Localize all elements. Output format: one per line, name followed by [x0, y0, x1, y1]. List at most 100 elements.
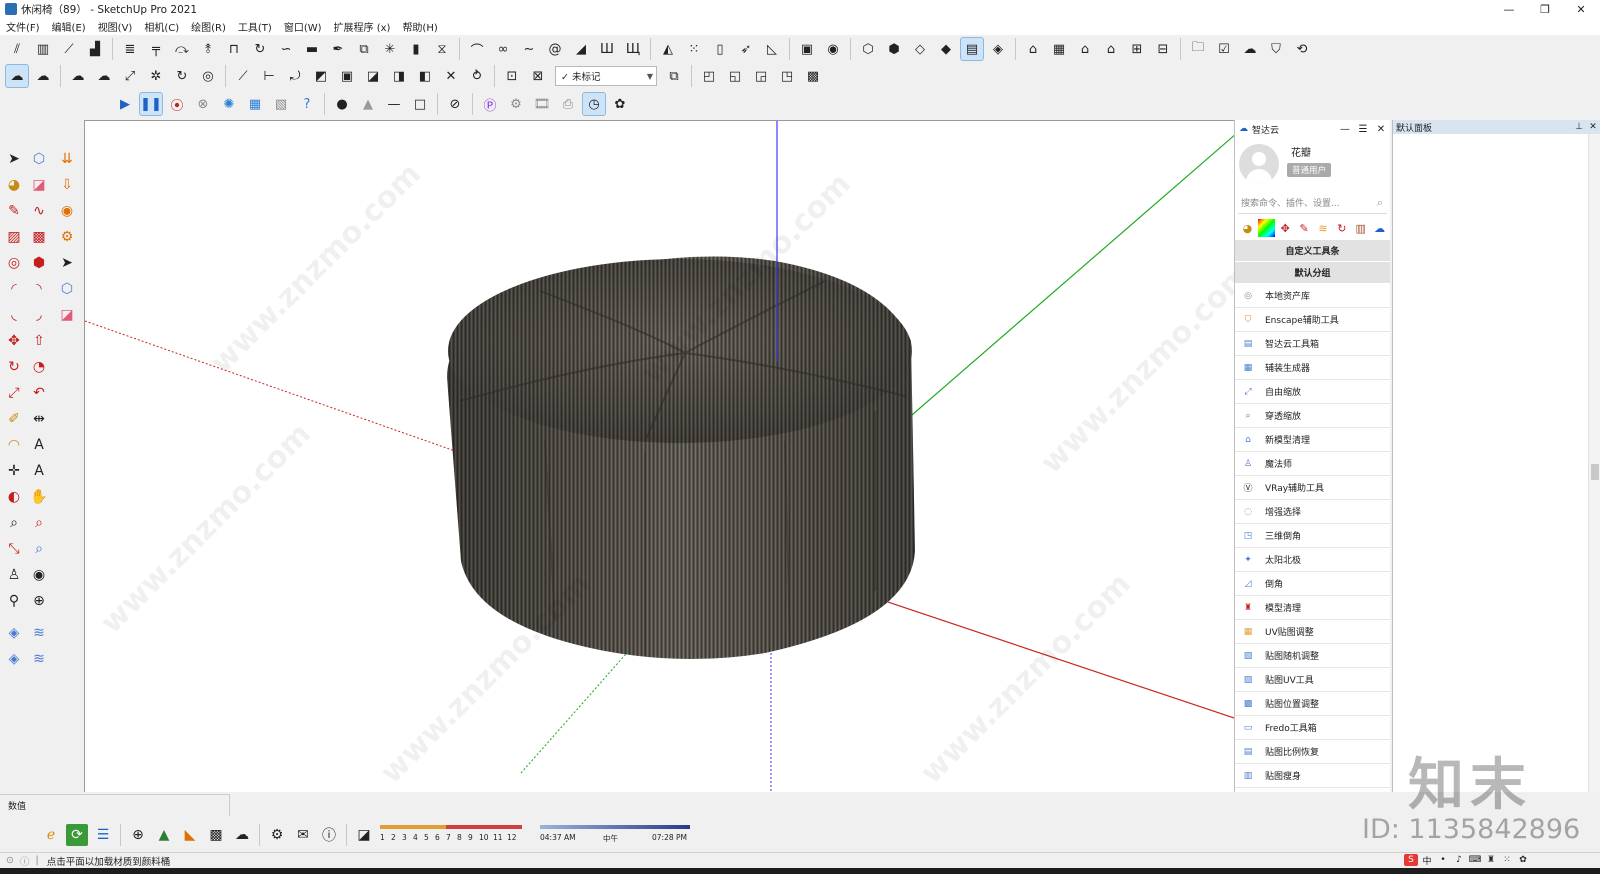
scale-icon[interactable]: ⤢: [119, 65, 141, 87]
menu-help[interactable]: 帮助(H): [396, 19, 443, 34]
shadow-settings[interactable]: 1 2 3 4 5 6 7 8 9 10 11 12 04:37 AM 中午 0…: [380, 823, 690, 851]
pencil-icon[interactable]: ✎: [3, 200, 25, 222]
orbit-icon[interactable]: ◐: [3, 486, 25, 508]
cloud-upload-icon[interactable]: ☁: [1239, 38, 1261, 60]
pen-tool-icon[interactable]: ✒: [327, 38, 349, 60]
twist-icon[interactable]: ⥁: [466, 65, 488, 87]
plugin-item[interactable]: ▥ 贴图瘦身: [1235, 764, 1390, 788]
rotated-rect-icon[interactable]: ▩: [28, 226, 50, 248]
follow-me-icon[interactable]: ◔: [28, 356, 50, 378]
pin-icon[interactable]: ⊥: [1572, 122, 1586, 132]
box-tool-icon[interactable]: ▮: [405, 38, 427, 60]
chrome-icon[interactable]: ◎: [197, 65, 219, 87]
ungroup-icon[interactable]: ⊠: [527, 65, 549, 87]
eraser-small-icon[interactable]: ◪: [56, 304, 78, 326]
add-circle-icon[interactable]: ⊕: [127, 824, 149, 846]
eraser-icon[interactable]: ◪: [353, 824, 375, 846]
plugin-item[interactable]: ▤ 贴图比例恢复: [1235, 740, 1390, 764]
plugin-item[interactable]: ♜ 模型清理: [1235, 596, 1390, 620]
loop-tool-icon[interactable]: ↻: [249, 38, 271, 60]
shield-icon[interactable]: ⛉: [1265, 38, 1287, 60]
tray-close-button[interactable]: ✕: [1586, 122, 1600, 132]
pause-icon[interactable]: ❚❚: [139, 92, 163, 116]
scrollbar-thumb[interactable]: [1591, 464, 1599, 480]
group-custom-toolbar[interactable]: 自定义工具条: [1235, 240, 1390, 262]
checker-icon[interactable]: ▩: [205, 824, 227, 846]
scale-icon[interactable]: ⤢: [3, 382, 25, 404]
help-circle-icon[interactable]: ?: [296, 93, 318, 115]
cloud-sync-icon[interactable]: ☁: [1371, 219, 1388, 237]
rectangle-icon[interactable]: ▨: [3, 226, 25, 248]
mirror-tool-icon[interactable]: ◭: [657, 38, 679, 60]
mail-icon[interactable]: ✉: [292, 824, 314, 846]
tree-icon[interactable]: ▲: [153, 824, 175, 846]
menu-camera[interactable]: 相机(C): [138, 19, 185, 34]
panel-minimize-button[interactable]: —: [1336, 124, 1354, 135]
sync-icon[interactable]: ⟲: [1291, 38, 1313, 60]
paint-bucket-icon[interactable]: ◕: [1239, 219, 1256, 237]
cone-light-icon[interactable]: ▲: [357, 93, 379, 115]
component-small-icon[interactable]: ⬡: [56, 278, 78, 300]
menu-edit[interactable]: 编辑(E): [46, 19, 92, 34]
frame-box-icon[interactable]: ▣: [796, 38, 818, 60]
orange-stack-icon[interactable]: ⇩: [56, 174, 78, 196]
select-small-icon[interactable]: ➤: [56, 252, 78, 274]
comb-tool-icon[interactable]: Ш: [596, 38, 618, 60]
push-pull-icon[interactable]: ⇧: [28, 330, 50, 352]
sogou-icon[interactable]: S: [1404, 854, 1418, 866]
zoom-extents-icon[interactable]: ⤡: [3, 538, 25, 560]
arc3-icon[interactable]: ◟: [3, 304, 25, 326]
style-texture-icon[interactable]: ◈: [987, 38, 1009, 60]
plugin-item[interactable]: ⛉ Enscape辅助工具: [1235, 308, 1390, 332]
chain-tool-icon[interactable]: ∞: [492, 38, 514, 60]
tape-icon[interactable]: ◧: [414, 65, 436, 87]
plugin-item[interactable]: ▦ UV贴图调整: [1235, 620, 1390, 644]
month-slider-track-end[interactable]: [446, 825, 522, 829]
ring-icon[interactable]: ◉: [56, 200, 78, 222]
arrow-tool-icon[interactable]: ➶: [735, 38, 757, 60]
search-icon[interactable]: ⌕: [1377, 196, 1383, 210]
plugin-item[interactable]: ◎ 本地资产库: [1235, 284, 1390, 308]
timer-icon[interactable]: ◷: [582, 92, 606, 116]
wire-tool-icon[interactable]: ⥉: [197, 38, 219, 60]
film-icon[interactable]: 🎞: [531, 93, 553, 115]
section-plane-icon[interactable]: ⊕: [28, 590, 50, 612]
stairs-icon[interactable]: ≋: [1315, 219, 1332, 237]
section-display-icon[interactable]: ◳: [776, 65, 798, 87]
shapes-icon[interactable]: ◪: [362, 65, 384, 87]
dots-tool-icon[interactable]: ⁙: [683, 38, 705, 60]
section-plane-icon[interactable]: ◰: [698, 65, 720, 87]
sandbox-contours-icon[interactable]: ◈: [3, 622, 25, 644]
spiral-tool-icon[interactable]: @: [544, 38, 566, 60]
plugin-item[interactable]: ▦ 辅装生成器: [1235, 356, 1390, 380]
check-icon[interactable]: ☑: [1213, 38, 1235, 60]
layers-icon[interactable]: ⧉: [663, 65, 685, 87]
tag-dropdown[interactable]: ✓ 未标记 ▼: [555, 66, 657, 86]
cube-front-icon[interactable]: ◇: [909, 38, 931, 60]
wrap-icon[interactable]: ⤾: [284, 65, 306, 87]
offset-icon[interactable]: ↶: [28, 382, 50, 404]
bolt-tool-icon[interactable]: ✳: [379, 38, 401, 60]
info-icon[interactable]: ⓘ: [318, 824, 340, 846]
grid-icon[interactable]: ⁙: [1500, 854, 1514, 866]
orange-arrows-icon[interactable]: ⇊: [56, 148, 78, 170]
rotate-icon[interactable]: ↻: [3, 356, 25, 378]
refresh-icon[interactable]: ↻: [171, 65, 193, 87]
cloud-blue-icon[interactable]: ☁: [67, 65, 89, 87]
arc2-icon[interactable]: ◝: [28, 278, 50, 300]
plugin-item[interactable]: ◌ 增强选择: [1235, 500, 1390, 524]
line-tool-icon[interactable]: ⟋: [58, 38, 80, 60]
plugin-item[interactable]: ▤ 智达云工具箱: [1235, 332, 1390, 356]
cloud-upload-icon[interactable]: ☁: [231, 824, 253, 846]
record-icon[interactable]: ⦿: [166, 93, 188, 115]
block-tool-icon[interactable]: ▬: [301, 38, 323, 60]
geo-location-icon[interactable]: ⊙: [6, 855, 14, 866]
plugin-item[interactable]: ⇧联合推拉: [1235, 788, 1390, 792]
search-input[interactable]: 搜索命令、插件、设置... ⌕: [1238, 192, 1387, 214]
list-icon[interactable]: ☰: [92, 824, 114, 846]
punctuation-icon[interactable]: •: [1436, 854, 1450, 866]
bars-tool-icon[interactable]: ▟: [84, 38, 106, 60]
grid-tool-icon[interactable]: ▥: [32, 38, 54, 60]
plugin-item[interactable]: ◳ 三维倒角: [1235, 524, 1390, 548]
mic-icon[interactable]: ♪: [1452, 854, 1466, 866]
